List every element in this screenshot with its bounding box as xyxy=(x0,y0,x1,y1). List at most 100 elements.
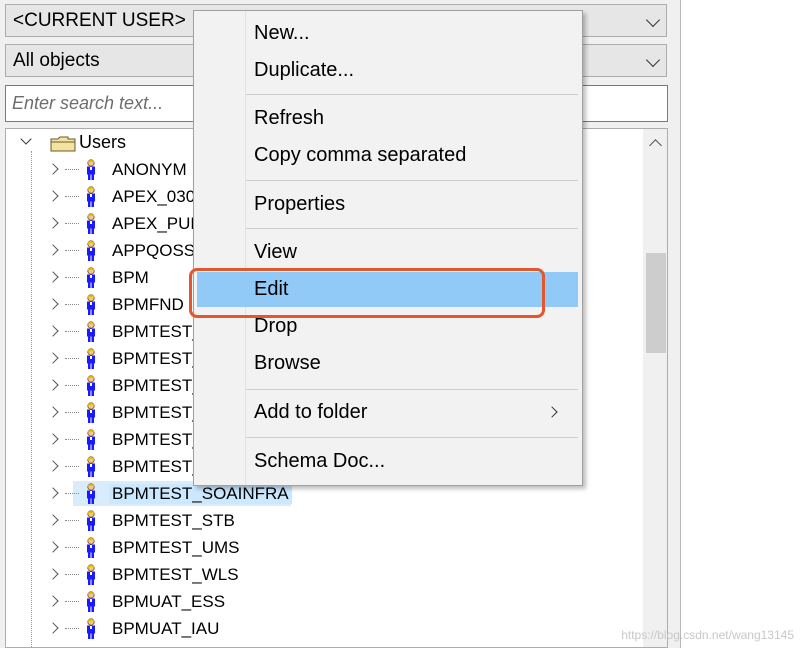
annotation-highlight-box xyxy=(189,268,545,318)
tree-item-label: BPM xyxy=(112,268,149,287)
tree-connector xyxy=(65,547,79,548)
menu-item-schema-doc[interactable]: Schema Doc... xyxy=(197,444,578,479)
tree-connector xyxy=(65,574,79,575)
expand-chevron-icon[interactable] xyxy=(47,379,59,391)
user-icon xyxy=(83,510,99,537)
tree-item-label: BPMUAT_IAU xyxy=(112,619,220,638)
tree-item-label: BPMTEST_ xyxy=(112,430,202,449)
tree-item-label: BPMTEST_ xyxy=(112,403,202,422)
tree-item-label: BPMUAT_ESS xyxy=(112,592,226,611)
watermark: https://blog.csdn.net/wang13145 xyxy=(621,628,794,642)
tree-connector xyxy=(65,385,79,386)
tree-root-label: Users xyxy=(79,132,127,152)
expand-chevron-icon[interactable] xyxy=(47,487,59,499)
user-icon xyxy=(83,213,99,240)
user-icon xyxy=(83,294,99,321)
tree-item-label: APEX_030 xyxy=(112,187,196,206)
menu-item-refresh[interactable]: Refresh xyxy=(197,101,578,136)
tree-item-label: BPMTEST_ xyxy=(112,457,202,476)
tree-item-label: BPMTEST_STB xyxy=(112,511,235,530)
menu-item-new[interactable]: New... xyxy=(197,16,578,51)
user-icon xyxy=(83,348,99,375)
folder-icon xyxy=(50,136,76,152)
menu-separator xyxy=(246,437,578,438)
expand-chevron-icon[interactable] xyxy=(47,352,59,364)
chevron-down-icon xyxy=(645,12,661,28)
vertical-scrollbar[interactable] xyxy=(643,129,667,647)
menu-item-view[interactable]: View xyxy=(197,235,578,270)
schema-select-value: <CURRENT USER> xyxy=(13,10,186,31)
expand-chevron-icon[interactable] xyxy=(47,433,59,445)
tree-connector xyxy=(65,277,79,278)
tree-item-user[interactable]: BPMTEST_STB xyxy=(6,507,646,534)
user-icon xyxy=(83,618,99,645)
tree-item-label: BPMTEST_ xyxy=(112,322,202,341)
expand-chevron-icon[interactable] xyxy=(47,541,59,553)
expand-chevron-icon[interactable] xyxy=(47,595,59,607)
tree-connector xyxy=(65,223,79,224)
menu-item-add-to-folder[interactable]: Add to folder xyxy=(197,395,578,430)
expand-chevron-icon[interactable] xyxy=(47,244,59,256)
tree-item-label: APPQOSS xyxy=(112,241,196,260)
tree-connector xyxy=(65,169,79,170)
tree-item-label: APEX_PUE xyxy=(112,214,202,233)
user-icon xyxy=(83,537,99,564)
chevron-down-icon xyxy=(645,52,661,68)
user-icon xyxy=(83,321,99,348)
user-icon xyxy=(83,375,99,402)
user-icon xyxy=(83,402,99,429)
expand-chevron-icon[interactable] xyxy=(47,298,59,310)
tree-item-user[interactable]: BPMTEST_WLS xyxy=(6,561,646,588)
panel-border xyxy=(680,0,681,648)
tree-item-user[interactable]: BPMUAT_IAU xyxy=(6,615,646,642)
menu-separator xyxy=(246,389,578,390)
expand-chevron-icon[interactable] xyxy=(47,217,59,229)
tree-item-label: BPMTEST_ xyxy=(112,376,202,395)
expand-chevron-icon[interactable] xyxy=(47,514,59,526)
user-icon xyxy=(83,429,99,456)
expand-chevron-icon[interactable] xyxy=(47,190,59,202)
user-icon xyxy=(83,186,99,213)
tree-connector xyxy=(65,358,79,359)
menu-item-properties[interactable]: Properties xyxy=(197,187,578,222)
tree-connector xyxy=(65,628,79,629)
menu-item-add-to-folder-label: Add to folder xyxy=(254,401,368,423)
expand-chevron-icon[interactable] xyxy=(47,325,59,337)
user-icon xyxy=(83,483,99,510)
expand-chevron-icon[interactable] xyxy=(47,163,59,175)
menu-separator xyxy=(246,180,578,181)
user-icon xyxy=(83,456,99,483)
scrollbar-thumb[interactable] xyxy=(646,253,666,353)
tree-item-user[interactable]: BPMTEST_UMS xyxy=(6,534,646,561)
tree-item-user[interactable]: BPMUAT_ESS xyxy=(6,588,646,615)
expand-chevron-icon[interactable] xyxy=(47,568,59,580)
tree-connector xyxy=(65,250,79,251)
tree-connector xyxy=(65,412,79,413)
user-icon xyxy=(83,159,99,186)
expand-chevron-icon[interactable] xyxy=(47,271,59,283)
tree-item-label: BPMTEST_WLS xyxy=(112,565,239,584)
menu-item-browse[interactable]: Browse xyxy=(197,346,578,381)
menu-separator xyxy=(246,228,578,229)
collapse-chevron-icon[interactable] xyxy=(20,133,32,145)
tree-connector xyxy=(65,466,79,467)
tree-connector xyxy=(65,520,79,521)
object-type-select-value: All objects xyxy=(13,50,100,71)
user-icon xyxy=(83,240,99,267)
menu-item-duplicate[interactable]: Duplicate... xyxy=(197,53,578,88)
submenu-arrow-icon xyxy=(546,406,558,418)
menu-separator xyxy=(246,94,578,95)
tree-item-label: ANONYM xyxy=(112,160,187,179)
expand-chevron-icon[interactable] xyxy=(47,460,59,472)
tree-connector xyxy=(65,196,79,197)
expand-chevron-icon[interactable] xyxy=(47,406,59,418)
tree-item-label: BPMTEST_UMS xyxy=(112,538,240,557)
tree-connector xyxy=(65,439,79,440)
menu-item-copy-comma-separated[interactable]: Copy comma separated xyxy=(197,138,578,173)
expand-chevron-icon[interactable] xyxy=(47,622,59,634)
user-icon xyxy=(83,564,99,591)
tree-connector xyxy=(65,304,79,305)
tree-connector xyxy=(65,493,79,494)
tree-connector xyxy=(65,601,79,602)
scroll-up-arrow-icon[interactable] xyxy=(649,139,662,152)
